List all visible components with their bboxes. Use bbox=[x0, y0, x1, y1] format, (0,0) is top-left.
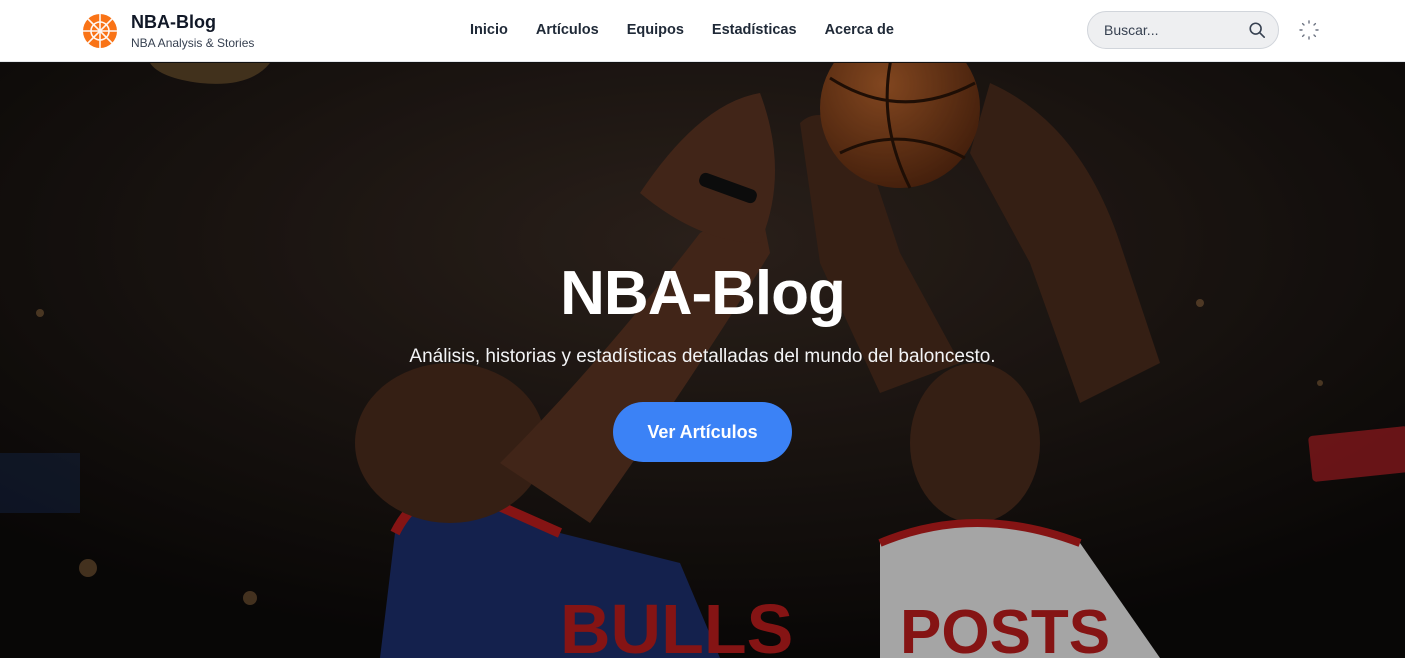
search-box bbox=[1087, 11, 1279, 49]
hero-title: NBA-Blog bbox=[560, 259, 846, 328]
nav-item-estadisticas[interactable]: Estadísticas bbox=[712, 20, 797, 40]
nav-item-articulos[interactable]: Artículos bbox=[536, 20, 599, 40]
nav-item-acerca-de[interactable]: Acerca de bbox=[825, 20, 894, 40]
main-nav: Inicio Artículos Equipos Estadísticas Ac… bbox=[470, 20, 894, 40]
site-subtitle: NBA Analysis & Stories bbox=[131, 36, 255, 50]
nav-item-inicio[interactable]: Inicio bbox=[470, 20, 508, 40]
search-input[interactable] bbox=[1104, 22, 1248, 38]
brand[interactable]: NBA-Blog NBA Analysis & Stories bbox=[82, 11, 254, 51]
hero-subtitle: Análisis, historias y estadísticas detal… bbox=[409, 346, 996, 367]
sun-icon[interactable] bbox=[1298, 19, 1320, 41]
site-header: NBA-Blog NBA Analysis & Stories Inicio A… bbox=[0, 0, 1405, 62]
basketball-icon bbox=[83, 14, 117, 48]
view-articles-button[interactable]: Ver Artículos bbox=[613, 402, 792, 462]
nav-item-equipos[interactable]: Equipos bbox=[627, 20, 684, 40]
hero-content: NBA-Blog Análisis, historias y estadísti… bbox=[0, 258, 1405, 462]
search-icon[interactable] bbox=[1248, 21, 1266, 39]
site-title: NBA-Blog bbox=[131, 12, 216, 32]
hero-section: BULLS POSTS NBA-Blog Análisis, historias… bbox=[0, 63, 1405, 658]
